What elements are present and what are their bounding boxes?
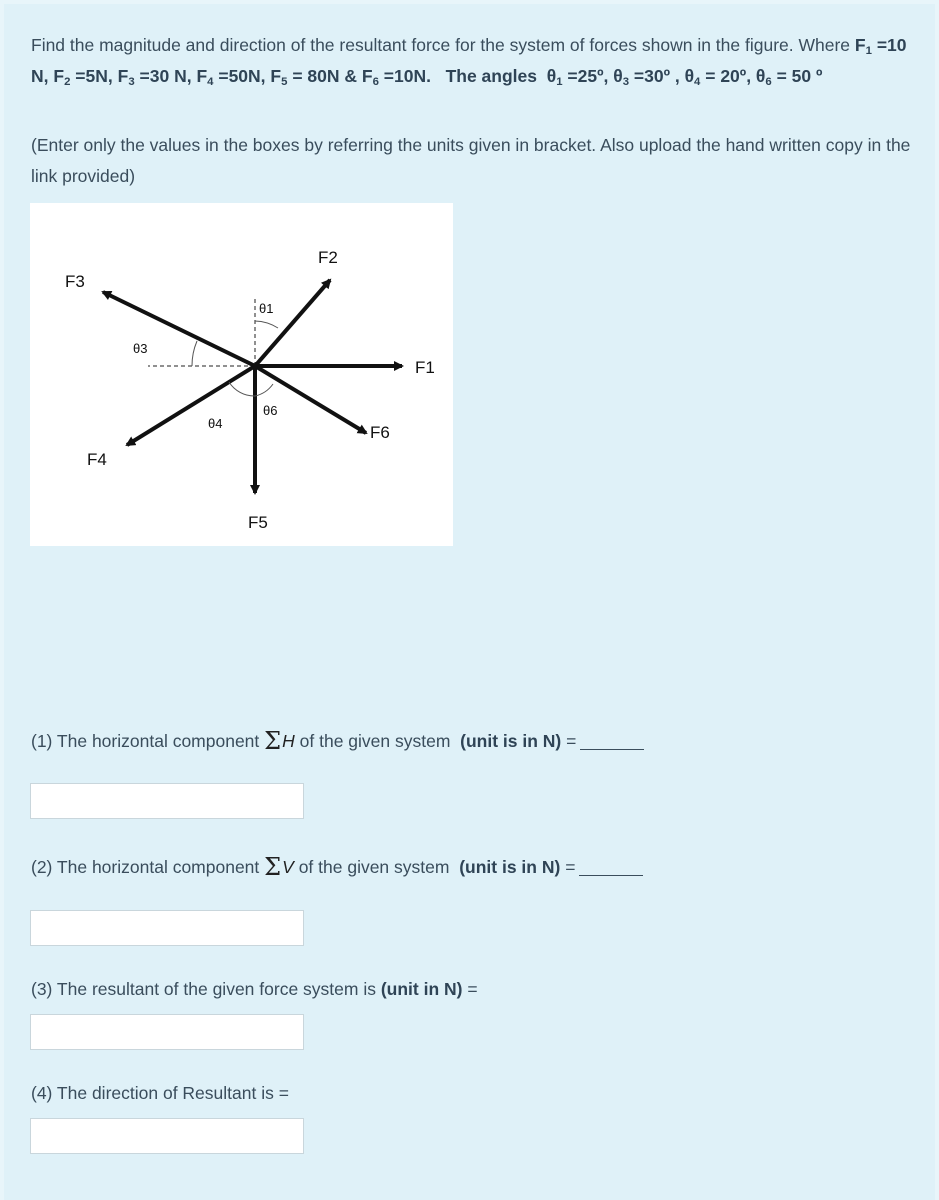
blank-line	[579, 861, 644, 876]
angle-value: = 20º	[705, 66, 747, 86]
angle-sub: 4	[694, 75, 701, 88]
angle-value: =30º	[633, 66, 670, 86]
force-name: F	[117, 66, 129, 86]
instructions: (Enter only the values in the boxes by r…	[31, 135, 911, 186]
label-theta1: θ1	[259, 301, 273, 316]
force-sub: 6	[372, 75, 379, 88]
force-sub: 4	[207, 75, 214, 88]
problem-statement: Find the magnitude and direction of the …	[31, 30, 911, 92]
variable: V	[282, 857, 294, 877]
force-name: F	[854, 35, 866, 55]
force-value: =10N.	[383, 66, 431, 86]
force-sub: 1	[865, 44, 872, 57]
label-f3: F3	[65, 272, 85, 291]
blank-line	[580, 735, 645, 750]
angles-label: The angles	[445, 66, 537, 86]
label-f4: F4	[87, 450, 107, 469]
variable: H	[282, 731, 295, 751]
problem-intro: Find the magnitude and direction of the …	[31, 35, 851, 55]
question-3: (3) The resultant of the given force sys…	[31, 977, 478, 1001]
answer-input-4[interactable]	[30, 1118, 304, 1154]
arrow-f3	[101, 290, 256, 368]
angle-sub: 6	[765, 75, 772, 88]
force-name: F	[270, 66, 282, 86]
label-f1: F1	[415, 358, 435, 377]
angle-value: =25º	[567, 66, 604, 86]
force-diagram-svg: F1 F2 F3 F4 F5 F6 θ1 θ3 θ4 θ6	[65, 248, 435, 532]
label-f2: F2	[318, 248, 338, 267]
unit-label: (unit is in N)	[460, 731, 562, 751]
force-value: =5N	[75, 66, 108, 86]
question-4: (4) The direction of Resultant is =	[31, 1081, 289, 1105]
angle-sub: 3	[622, 75, 630, 88]
angle-sub: 1	[556, 75, 563, 88]
force-diagram: F1 F2 F3 F4 F5 F6 θ1 θ3 θ4 θ6	[30, 203, 453, 546]
force-sub: 3	[128, 75, 135, 88]
force-name: F	[53, 66, 65, 86]
angle-value: = 50 º	[776, 66, 823, 86]
force-sub: 5	[281, 75, 288, 88]
theta6-arc	[254, 383, 274, 397]
unit-label: (unit in N)	[380, 979, 463, 999]
force-name: F	[361, 66, 373, 86]
question-text: of the given system	[299, 731, 451, 751]
sigma-symbol: Σ	[264, 853, 282, 881]
label-theta3: θ3	[133, 341, 147, 356]
arrow-f4	[125, 364, 257, 447]
force-value: =30 N	[139, 66, 187, 86]
label-theta6: θ6	[263, 403, 277, 418]
label-f6: F6	[370, 423, 390, 442]
arrow-f6	[253, 364, 368, 435]
force-sub: 2	[64, 75, 71, 88]
angle-name: θ	[546, 66, 557, 86]
label-theta4: θ4	[208, 416, 222, 431]
force-name: F	[196, 66, 208, 86]
angle-name: θ	[613, 66, 623, 86]
unit-label: (unit is in N)	[459, 857, 561, 877]
equals-sign: =	[467, 979, 478, 999]
angle-name: θ	[684, 66, 695, 86]
question-text: (1) The horizontal component	[31, 731, 260, 751]
theta3-arc	[191, 340, 198, 367]
force-value: = 80N	[292, 66, 340, 86]
force-value: =50N	[218, 66, 261, 86]
question-2: (2) The horizontal component ΣV of the g…	[31, 853, 644, 881]
question-text: (2) The horizontal component	[31, 857, 260, 877]
question-text: (3) The resultant of the given force sys…	[31, 979, 376, 999]
equals-sign: =	[566, 731, 577, 751]
answer-input-1[interactable]	[30, 783, 304, 819]
origin-point	[252, 363, 258, 369]
label-f5: F5	[248, 513, 268, 532]
question-text: of the given system	[298, 857, 450, 877]
theta1-arc	[254, 320, 279, 329]
question-text: (4) The direction of Resultant is =	[31, 1083, 289, 1103]
answer-input-2[interactable]	[30, 910, 304, 946]
equals-sign: =	[565, 857, 576, 877]
question-1: (1) The horizontal component ΣH of the g…	[31, 727, 645, 755]
theta4-arc	[228, 381, 256, 397]
angle-name: θ	[755, 66, 766, 86]
answer-input-3[interactable]	[30, 1014, 304, 1050]
angle-values: The angles θ1 =25º, θ3 =30º , θ4 = 20º, …	[445, 66, 823, 88]
sigma-symbol: Σ	[264, 727, 282, 755]
